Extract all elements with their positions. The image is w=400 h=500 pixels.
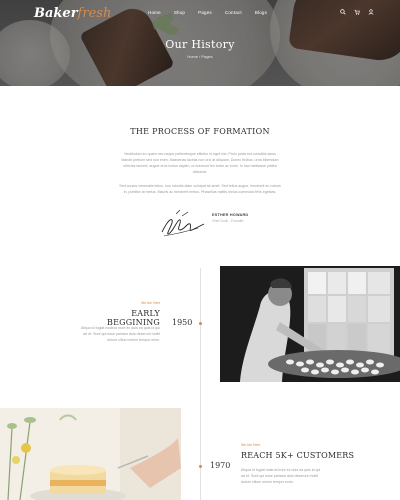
- process-paragraph: Vestibulum eu quam nec neque pellentesqu…: [110, 151, 290, 175]
- timeline-dot: [199, 322, 202, 325]
- event-description: Aliqua id fugiat nostrud irure ex duis e…: [56, 325, 160, 343]
- nav-item-home[interactable]: Home: [148, 10, 161, 15]
- section-title: THE PROCESS OF FORMATION: [130, 127, 270, 136]
- event-description: Aliqua id fugiat nostrud irure ex duis e…: [241, 467, 345, 485]
- event-title: REACH 5K+ CUSTOMERS: [241, 451, 355, 460]
- event-year: 1950: [172, 318, 193, 327]
- description-line: dolore cillum minim tempor enim.: [107, 338, 160, 342]
- cart-icon[interactable]: [354, 9, 360, 15]
- signature-image: [161, 209, 205, 237]
- site-logo[interactable]: Bakerfresh: [34, 6, 111, 21]
- description-line: dolore cillum minim tempor enim.: [241, 480, 294, 484]
- event-tag: We Are Here: [141, 301, 161, 305]
- logo-text-primary: Baker: [34, 6, 78, 21]
- breadcrumb[interactable]: Home / Pages: [0, 54, 400, 59]
- paragraph-line: dictumst.: [192, 170, 208, 174]
- nav-item-pages[interactable]: Pages: [198, 10, 212, 15]
- signer-role: Chef Cook - Founder: [212, 219, 244, 223]
- process-paragraph: Sed cursus venenatis tellus, non loborti…: [110, 183, 290, 195]
- header-icons: [340, 9, 374, 15]
- event-year: 1970: [210, 461, 231, 470]
- baker-photo: [220, 266, 400, 382]
- search-icon[interactable]: [340, 9, 346, 15]
- main-nav: Home Shop Pages Contact Blogs: [148, 10, 267, 15]
- logo-text-accent: fresh: [77, 6, 112, 21]
- timeline-dot: [199, 465, 202, 468]
- cake-photo: [0, 408, 181, 500]
- signer-name: ESTHER HOWARD: [212, 213, 249, 217]
- nav-item-shop[interactable]: Shop: [174, 10, 185, 15]
- nav-item-contact[interactable]: Contact: [225, 10, 242, 15]
- page-title: Our History: [165, 38, 235, 51]
- hero-banner: Bakerfresh Home Shop Pages Contact Blogs…: [0, 0, 400, 86]
- nav-item-blogs[interactable]: Blogs: [255, 10, 267, 15]
- event-tag: We Are Here: [241, 443, 261, 447]
- user-icon[interactable]: [368, 9, 374, 15]
- paragraph-line: in, porttitor at metus. Mauris ac hendre…: [123, 190, 277, 194]
